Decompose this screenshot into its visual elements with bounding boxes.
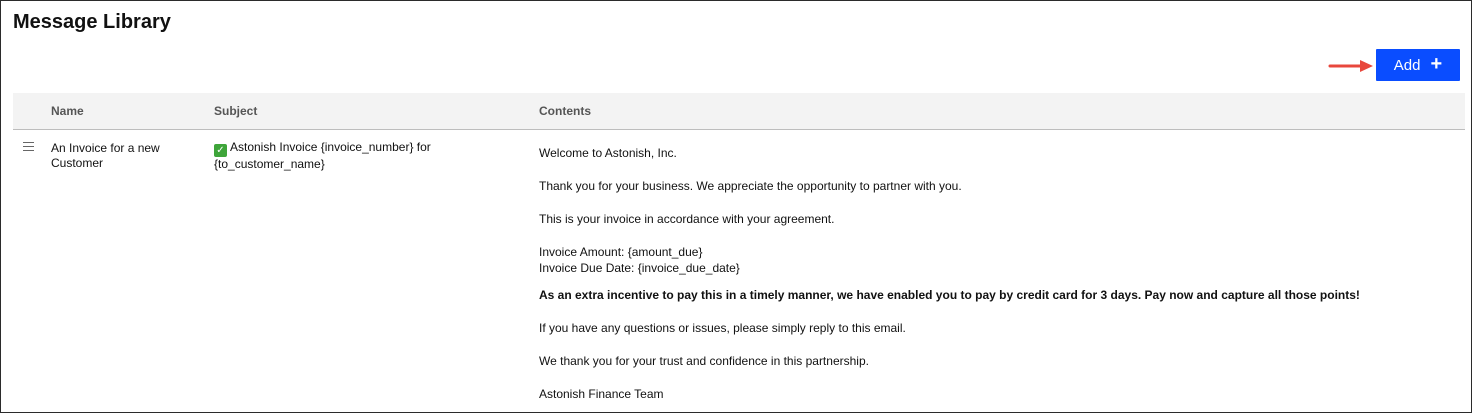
check-mark-icon: ✓ bbox=[214, 144, 227, 157]
page-title: Message Library bbox=[13, 11, 171, 33]
plus-icon: + bbox=[1430, 53, 1443, 75]
contents-paragraph: If you have any questions or issues, ple… bbox=[539, 321, 906, 335]
message-subject: ✓ Astonish Invoice {invoice_number} for {… bbox=[214, 140, 484, 172]
add-button-label: Add bbox=[1393, 56, 1421, 74]
add-button[interactable]: Add + bbox=[1376, 49, 1460, 81]
annotation-arrow-icon bbox=[1328, 60, 1373, 72]
drag-handle-icon[interactable] bbox=[23, 142, 34, 151]
message-contents: Welcome to Astonish, Inc. Thank you for … bbox=[539, 145, 1439, 402]
column-header-name[interactable]: Name bbox=[51, 104, 84, 118]
contents-paragraph: Invoice Amount: {amount_due} bbox=[539, 245, 703, 259]
contents-paragraph: Welcome to Astonish, Inc. bbox=[539, 146, 677, 160]
contents-paragraph: Thank you for your business. We apprecia… bbox=[539, 179, 962, 193]
contents-paragraph: We thank you for your trust and confiden… bbox=[539, 354, 869, 368]
message-subject-text: Astonish Invoice {invoice_number} for {t… bbox=[214, 140, 431, 171]
column-header-contents[interactable]: Contents bbox=[539, 104, 591, 118]
message-library-panel: Message Library Add + Name Subject Conte… bbox=[0, 0, 1472, 413]
contents-paragraph: This is your invoice in accordance with … bbox=[539, 212, 835, 226]
contents-signature: Astonish Finance Team bbox=[539, 387, 664, 401]
contents-paragraph-bold: As an extra incentive to pay this in a t… bbox=[539, 288, 1360, 302]
column-header-subject[interactable]: Subject bbox=[214, 104, 257, 118]
table-header: Name Subject Contents bbox=[13, 93, 1465, 130]
contents-paragraph: Invoice Due Date: {invoice_due_date} bbox=[539, 261, 740, 275]
table-row[interactable]: An Invoice for a new Customer ✓ Astonish … bbox=[13, 130, 1465, 412]
message-name[interactable]: An Invoice for a new Customer bbox=[51, 141, 201, 171]
